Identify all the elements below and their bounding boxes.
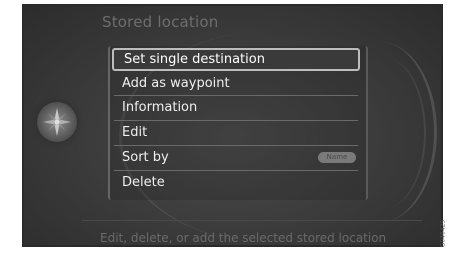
menu-item-set-single-destination[interactable]: Set single destination	[112, 48, 360, 71]
menu-divider	[114, 120, 358, 121]
menu-divider	[114, 170, 358, 171]
menu-item-label: Set single destination	[124, 52, 265, 67]
menu-divider	[114, 95, 358, 96]
menu-item-label: Information	[122, 100, 198, 115]
nav-screen: Stored location Set single destination A…	[22, 4, 443, 247]
menu-item-label: Edit	[122, 125, 148, 140]
image-code-label: G046429	[439, 219, 447, 248]
hint-text: Edit, delete, or add the selected stored…	[100, 231, 387, 245]
hint-divider	[82, 220, 422, 221]
menu-item-edit[interactable]: Edit	[112, 123, 360, 143]
menu-divider	[114, 145, 358, 146]
menu-item-label: Add as waypoint	[122, 76, 230, 91]
menu-item-label: Delete	[122, 175, 165, 190]
menu-item-sort-by[interactable]: Sort by Name	[112, 148, 360, 168]
compass-icon	[37, 102, 77, 142]
context-menu: Set single destination Add as waypoint I…	[108, 46, 368, 200]
screen-title: Stored location	[102, 13, 219, 31]
menu-item-information[interactable]: Information	[112, 98, 360, 118]
menu-item-add-as-waypoint[interactable]: Add as waypoint	[112, 74, 360, 94]
menu-item-label: Sort by	[122, 150, 169, 165]
image-code: G046429	[439, 214, 453, 254]
sort-value-badge: Name	[318, 152, 356, 163]
menu-item-delete[interactable]: Delete	[112, 173, 360, 193]
